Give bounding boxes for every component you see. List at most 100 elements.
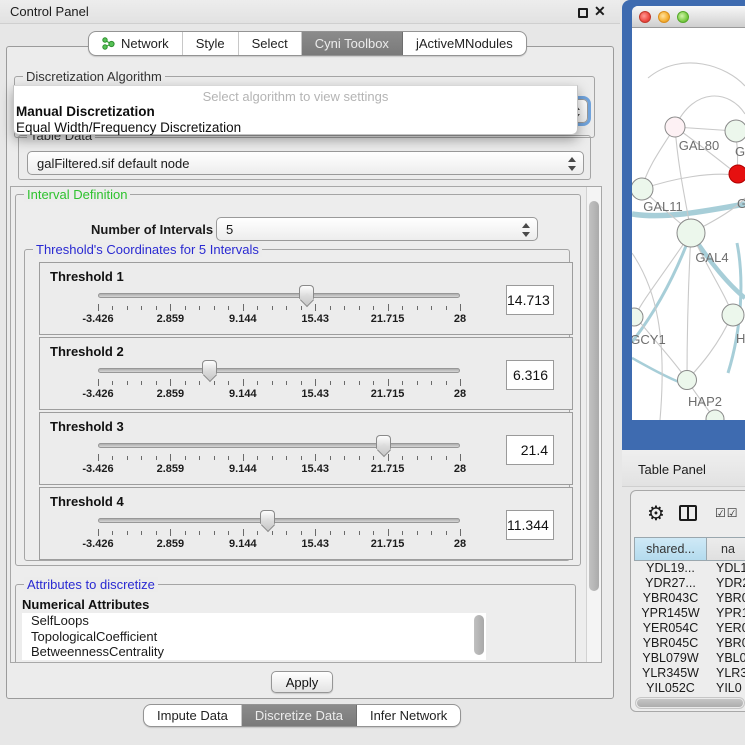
threshold-value-field[interactable]: 14.713 bbox=[506, 285, 554, 315]
slider-thumb[interactable] bbox=[260, 510, 275, 524]
algorithm-dropdown-popup: Select algorithm to view settings Manual… bbox=[13, 85, 578, 135]
numerical-attributes-list[interactable]: SelfLoopsTopologicalCoefficientBetweenne… bbox=[22, 613, 486, 660]
node-hap2 bbox=[678, 371, 697, 390]
cell-shared-name[interactable]: YIL052C bbox=[634, 681, 707, 694]
cell-shared-name[interactable]: YBL079W bbox=[634, 651, 707, 666]
list-scrollbar[interactable] bbox=[474, 615, 484, 655]
threshold-value-field[interactable]: 11.344 bbox=[506, 510, 554, 540]
table-row[interactable]: YER054CYER0 bbox=[634, 621, 745, 636]
columns-icon[interactable] bbox=[679, 505, 697, 521]
minimize-button[interactable] bbox=[658, 11, 670, 23]
tab-jactivemnodules[interactable]: jActiveMNodules bbox=[403, 32, 526, 55]
cell-shared-name[interactable]: YLR345W bbox=[634, 666, 707, 681]
tab-infer-network[interactable]: Infer Network bbox=[357, 705, 460, 726]
scrollbar-thumb[interactable] bbox=[589, 201, 599, 591]
node-red bbox=[729, 165, 745, 183]
gear-icon[interactable]: ⚙ bbox=[647, 501, 665, 526]
threshold-value-field[interactable]: 6.316 bbox=[506, 360, 554, 390]
table-row[interactable]: YPR145WYPR1 bbox=[634, 606, 745, 621]
threshold-value-field[interactable]: 21.4 bbox=[506, 435, 554, 465]
cell-name[interactable]: YBR0 bbox=[707, 591, 745, 606]
table-row[interactable]: YIL052CYIL0 bbox=[634, 681, 745, 694]
cell-shared-name[interactable]: YDR27... bbox=[634, 576, 707, 591]
thresholds-group: Threshold's Coordinates for 5 Intervals … bbox=[24, 249, 570, 561]
scrollbar-thumb[interactable] bbox=[637, 699, 743, 707]
cell-shared-name[interactable]: YER054C bbox=[634, 621, 707, 636]
slider-scale-labels: -3.4262.8599.14415.4321.71528 bbox=[98, 463, 460, 475]
table-row[interactable]: YBR043CYBR0 bbox=[634, 591, 745, 606]
cell-name[interactable]: YDL1 bbox=[707, 561, 745, 576]
tab-style[interactable]: Style bbox=[183, 32, 239, 55]
cell-name[interactable]: YBL0 bbox=[707, 651, 745, 666]
attributes-group: Attributes to discretize Numerical Attri… bbox=[15, 584, 576, 663]
combo-arrows-icon bbox=[521, 222, 530, 238]
tick-label: -3.426 bbox=[82, 538, 113, 550]
tab-network[interactable]: Network bbox=[89, 32, 183, 55]
slider-thumb[interactable] bbox=[202, 360, 217, 374]
slider-track[interactable] bbox=[98, 368, 460, 373]
cell-name[interactable]: YER0 bbox=[707, 621, 745, 636]
node-gal4 bbox=[677, 219, 705, 247]
close-button[interactable] bbox=[639, 11, 651, 23]
network-canvas[interactable]: GAL80 GA G GAL11 GAL4 GCY1 H HAP2 bbox=[632, 28, 745, 420]
float-window-icon[interactable] bbox=[578, 8, 588, 18]
attribute-item[interactable]: SelfLoops bbox=[22, 613, 486, 629]
tick-label: 15.43 bbox=[301, 463, 329, 475]
cell-name[interactable]: YBR0 bbox=[707, 636, 745, 651]
table-rows[interactable]: YDL19...YDL1YDR27...YDR2YBR043CYBR0YPR14… bbox=[634, 561, 745, 694]
cell-name[interactable]: YPR1 bbox=[707, 606, 745, 621]
dropdown-option-manual[interactable]: Manual Discretization bbox=[14, 104, 577, 120]
tab-discretize-data[interactable]: Discretize Data bbox=[242, 705, 357, 726]
cell-shared-name[interactable]: YBR045C bbox=[634, 636, 707, 651]
slider-scale-labels: -3.4262.8599.14415.4321.71528 bbox=[98, 313, 460, 325]
num-intervals-combobox[interactable]: 5 bbox=[216, 217, 538, 241]
cell-name[interactable]: YLR3 bbox=[707, 666, 745, 681]
cell-shared-name[interactable]: YDL19... bbox=[634, 561, 707, 576]
column-header-shared[interactable]: shared... bbox=[634, 537, 707, 561]
tab-impute-data[interactable]: Impute Data bbox=[144, 705, 242, 726]
table-row[interactable]: YDL19...YDL1 bbox=[634, 561, 745, 576]
slider-track[interactable] bbox=[98, 293, 460, 298]
group-label: Discretization Algorithm bbox=[23, 69, 165, 84]
close-icon[interactable]: ✕ bbox=[594, 3, 606, 20]
apply-button[interactable]: Apply bbox=[271, 671, 333, 693]
cell-name[interactable]: YDR2 bbox=[707, 576, 745, 591]
table-row[interactable]: YBR045CYBR0 bbox=[634, 636, 745, 651]
network-window-titlebar bbox=[632, 6, 745, 28]
slider-ticks bbox=[98, 529, 460, 537]
slider-track[interactable] bbox=[98, 518, 460, 523]
slider-thumb[interactable] bbox=[376, 435, 391, 449]
table-panel-title: Table Panel bbox=[638, 462, 706, 477]
table-row[interactable]: YLR345WYLR3 bbox=[634, 666, 745, 681]
dropdown-option-equal-width[interactable]: Equal Width/Frequency Discretization bbox=[14, 120, 577, 136]
tick-label: 9.144 bbox=[229, 388, 257, 400]
attribute-item[interactable]: BetweennessCentrality bbox=[22, 644, 486, 660]
column-header-name[interactable]: na bbox=[707, 537, 745, 561]
network-view-frame: GAL80 GA G GAL11 GAL4 GCY1 H HAP2 bbox=[622, 0, 745, 450]
label-hap2: HAP2 bbox=[688, 394, 722, 409]
slider-thumb[interactable] bbox=[299, 285, 314, 299]
tick-label: 2.859 bbox=[157, 313, 185, 325]
zoom-button[interactable] bbox=[677, 11, 689, 23]
tab-select[interactable]: Select bbox=[239, 32, 302, 55]
table-toolbar: ⚙ ☑☑ bbox=[631, 491, 745, 535]
group-label: Attributes to discretize bbox=[24, 577, 158, 592]
cell-name[interactable]: YIL0 bbox=[707, 681, 745, 694]
threshold-1-panel: Threshold 1 -3.4262.8599.14415.4321.7152… bbox=[39, 262, 573, 335]
checkboxes-icon[interactable]: ☑☑ bbox=[715, 506, 739, 520]
slider-track[interactable] bbox=[98, 443, 460, 448]
slider-ticks bbox=[98, 454, 460, 462]
table-data-combobox[interactable]: galFiltered.sif default node bbox=[27, 151, 584, 175]
tab-cyni-toolbox[interactable]: Cyni Toolbox bbox=[302, 32, 403, 55]
label-h: H bbox=[736, 331, 745, 346]
horizontal-scrollbar[interactable] bbox=[635, 697, 745, 709]
table-row[interactable]: YDR27...YDR2 bbox=[634, 576, 745, 591]
table-row[interactable]: YBL079WYBL0 bbox=[634, 651, 745, 666]
attribute-item[interactable]: TopologicalCoefficient bbox=[22, 629, 486, 645]
settings-scroll-area: Interval Definition Number of Intervals … bbox=[10, 186, 602, 663]
cell-shared-name[interactable]: YBR043C bbox=[634, 591, 707, 606]
cell-shared-name[interactable]: YPR145W bbox=[634, 606, 707, 621]
vertical-scrollbar[interactable] bbox=[586, 187, 601, 662]
threshold-label: Threshold 2 bbox=[50, 344, 124, 359]
label-partial-mid: G bbox=[737, 196, 745, 211]
